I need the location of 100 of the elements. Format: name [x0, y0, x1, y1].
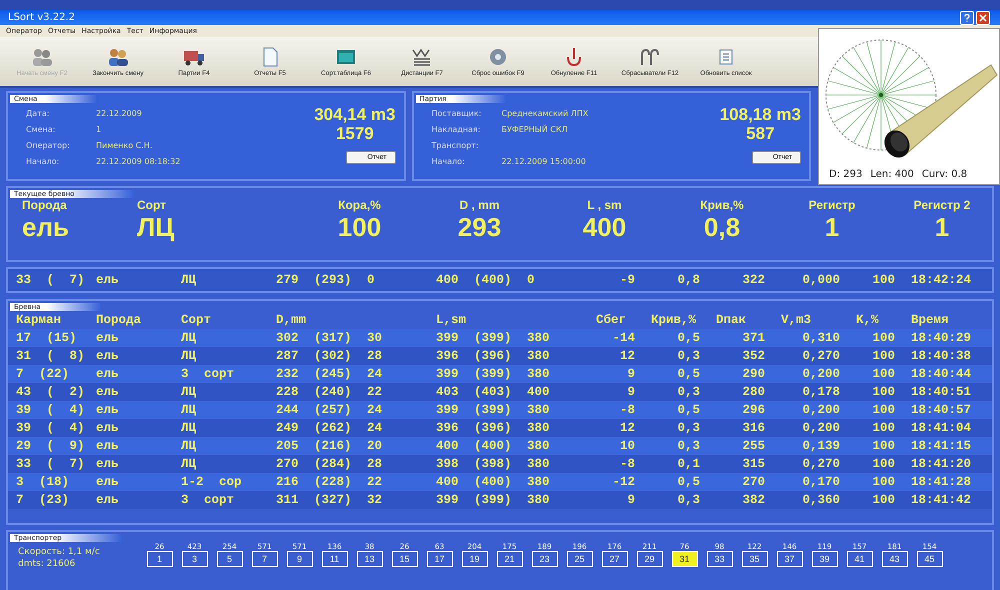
- table-cell: 244 (257) 24: [268, 401, 428, 419]
- table-cell: 17 (15): [8, 329, 88, 347]
- help-button[interactable]: [960, 10, 974, 24]
- pocket-button[interactable]: 11: [322, 551, 348, 567]
- table-cell: 0,5: [643, 365, 708, 383]
- table-cell: 33 ( 7): [8, 455, 88, 473]
- table-cell: 10: [588, 437, 643, 455]
- close-button[interactable]: [976, 10, 990, 24]
- table-cell: 399 (399) 380: [428, 365, 588, 383]
- measure-label: Сорт: [137, 198, 166, 212]
- pocket-button[interactable]: 41: [846, 551, 872, 567]
- column-header: D,mm: [268, 311, 428, 329]
- table-cell: 400 (400) 380: [428, 437, 588, 455]
- table-cell: 270: [708, 473, 773, 491]
- table-cell: 398 (398) 380: [428, 455, 588, 473]
- table-cell: 31 ( 8): [8, 347, 88, 365]
- table-cell-text: 0,000: [801, 272, 841, 289]
- table-cell: 287 (302) 28: [268, 347, 428, 365]
- table-cell: 12: [588, 347, 643, 365]
- measure-label: D , mm: [459, 198, 500, 212]
- column-header: L,sm: [428, 311, 588, 329]
- pocket-button[interactable]: 29: [636, 551, 662, 567]
- table-cell: 39 ( 4): [8, 419, 88, 437]
- table-cell: ЛЦ: [173, 419, 268, 437]
- pocket-button[interactable]: 17: [426, 551, 452, 567]
- table-cell: 0,5: [643, 473, 708, 491]
- column-header: Порода: [88, 311, 173, 329]
- table-cell: 100: [848, 437, 903, 455]
- table-cell-text: ель: [95, 272, 120, 289]
- column-header: Сорт: [173, 311, 268, 329]
- table-cell: 100: [848, 401, 903, 419]
- field-value: 22.12.2009 08:18:32: [96, 156, 180, 166]
- table-cell: 396 (396) 380: [428, 347, 588, 365]
- pocket-button[interactable]: 5: [216, 551, 242, 567]
- pocket-button[interactable]: 3: [182, 551, 208, 567]
- table-cell: 18:40:38: [903, 347, 992, 365]
- table-cell: 0,200: [773, 401, 848, 419]
- field-value: 1: [96, 124, 102, 134]
- field-label: Дата:: [26, 108, 50, 118]
- field-value: 22.12.2009 15:00:00: [502, 156, 586, 166]
- field-label: Смена:: [26, 124, 56, 134]
- table-cell: 18:41:42: [903, 491, 992, 509]
- table-cell: 280: [708, 383, 773, 401]
- table-cell: 0,5: [643, 329, 708, 347]
- measure-value: 1: [934, 212, 950, 242]
- table-cell: 100: [848, 473, 903, 491]
- table-cell: 7 (23): [8, 491, 88, 509]
- field-label: Поставщик:: [432, 108, 482, 118]
- table-cell: 0,270: [773, 347, 848, 365]
- table-cell: 7 (22): [8, 365, 88, 383]
- measure-label: Регистр: [808, 198, 856, 212]
- table-cell: 9: [588, 365, 643, 383]
- pocket-button[interactable]: 23: [532, 551, 558, 567]
- pocket-button[interactable]: 37: [776, 551, 802, 567]
- table-cell: 100: [848, 329, 903, 347]
- table-cell: 311 (327) 32: [268, 491, 428, 509]
- column-header: Сбег: [588, 311, 643, 329]
- table-cell-text: -9: [618, 272, 636, 289]
- comb-icon: [411, 46, 433, 66]
- pocket-button[interactable]: 9: [286, 551, 312, 567]
- pocket-button[interactable]: 43: [882, 551, 908, 567]
- table-cell: 18:40:29: [903, 329, 992, 347]
- column-header: Карман: [8, 311, 88, 329]
- pocket-button[interactable]: 35: [742, 551, 768, 567]
- pocket-button[interactable]: 1: [146, 551, 172, 567]
- pocket-button[interactable]: 21: [496, 551, 522, 567]
- help-icon: [963, 14, 971, 22]
- table-cell: 270 (284) 28: [268, 455, 428, 473]
- table-cell: 9: [588, 491, 643, 509]
- measure-label: Крив,%: [700, 198, 744, 212]
- pocket-button[interactable]: 15: [392, 551, 418, 567]
- pocket-button[interactable]: 39: [812, 551, 838, 567]
- pocket-button[interactable]: 27: [602, 551, 628, 567]
- table-cell: ель: [88, 383, 173, 401]
- pocket-button[interactable]: 33: [706, 551, 732, 567]
- table-cell: 0,5: [643, 401, 708, 419]
- pocket-button[interactable]: 31: [672, 551, 698, 567]
- pocket-button[interactable]: 25: [566, 551, 592, 567]
- users-icon: [107, 46, 129, 66]
- measure-value: 1: [824, 212, 840, 242]
- pocket-button[interactable]: 19: [462, 551, 488, 567]
- table-cell: 216 (228) 22: [268, 473, 428, 491]
- table-cell: ель: [88, 473, 173, 491]
- pocket-button[interactable]: 45: [916, 551, 942, 567]
- table-cell: 0,3: [643, 419, 708, 437]
- table-cell: 29 ( 9): [8, 437, 88, 455]
- pocket-button[interactable]: 13: [356, 551, 382, 567]
- table-cell: 0,360: [773, 491, 848, 509]
- table-cell: -14: [588, 329, 643, 347]
- table-cell: 100: [848, 383, 903, 401]
- field-value: 22.12.2009: [96, 108, 142, 118]
- disc-icon: [487, 46, 509, 66]
- table-cell: ель: [88, 419, 173, 437]
- table-cell-text: 279 (293) 0: [275, 272, 376, 289]
- caption-text: Curv: 0.8: [922, 169, 968, 180]
- table-cell: 0,3: [643, 347, 708, 365]
- users-icon: [31, 46, 53, 66]
- table-cell: 396 (396) 380: [428, 419, 588, 437]
- pocket-button[interactable]: 7: [252, 551, 278, 567]
- table-cell: 18:41:04: [903, 419, 992, 437]
